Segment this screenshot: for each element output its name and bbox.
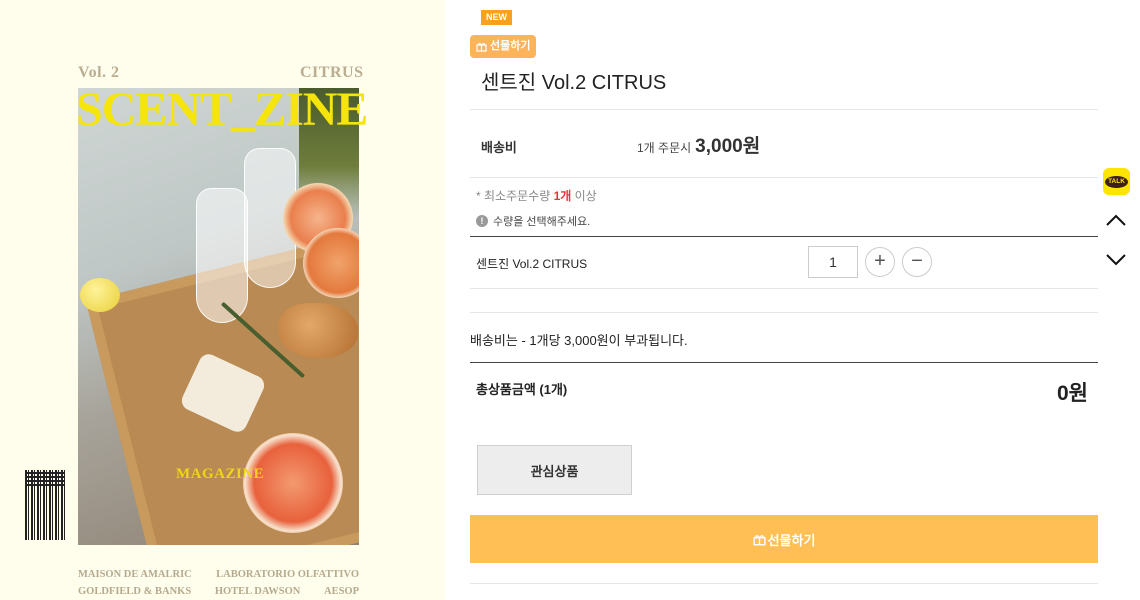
- credit-item: HOTEL DAWSON: [214, 586, 301, 597]
- min-order-prefix: * 최소주문수량: [476, 189, 554, 203]
- shipping-fee: 1개 주문시 3,000원: [637, 131, 760, 158]
- cover-title: SCENT_ZINE: [76, 83, 368, 136]
- divider: [470, 109, 1098, 110]
- min-order-notice: * 최소주문수량 1개 이상: [476, 187, 597, 204]
- info-icon: !: [476, 215, 488, 227]
- select-quantity-notice: ! 수량을 선택해주세요.: [476, 213, 590, 229]
- scroll-down-icon[interactable]: [1104, 252, 1128, 268]
- kakao-talk-icon[interactable]: TALK: [1103, 168, 1130, 195]
- cover-vol-label: Vol. 2: [78, 64, 120, 81]
- credit-item: GOLDFIELD & BANKS: [78, 586, 192, 597]
- gift-badge-label: 선물하기: [490, 40, 531, 52]
- divider: [470, 288, 1098, 289]
- gift-badge: 선물하기: [470, 35, 537, 58]
- new-badge: NEW: [481, 10, 512, 25]
- quantity-plus-button[interactable]: +: [865, 247, 895, 277]
- barcode-icon: [25, 470, 65, 540]
- gift-icon: [753, 534, 766, 546]
- cover-edition-label: CITRUS: [300, 64, 364, 81]
- gift-button-label: 선물하기: [767, 532, 816, 548]
- cover-subtitle: MAGAZINE: [176, 466, 265, 482]
- cover-credits: MAISON DE AMALRIC LABORATORIO OLFATTIVO …: [78, 566, 359, 600]
- gift-icon: [476, 42, 487, 52]
- talk-label: TALK: [1105, 175, 1128, 188]
- wishlist-button[interactable]: 관심상품: [477, 445, 632, 495]
- shipping-prefix: 1개 주문시: [637, 141, 692, 155]
- gift-button[interactable]: 선물하기: [470, 515, 1098, 563]
- scroll-up-icon[interactable]: [1104, 212, 1128, 228]
- credit-item: AESOP: [323, 586, 359, 597]
- select-notice-text: 수량을 선택해주세요.: [493, 216, 591, 228]
- credit-item: MAISON DE AMALRIC: [78, 569, 192, 580]
- divider: [470, 583, 1098, 584]
- option-name: 센트진 Vol.2 CITRUS: [476, 257, 588, 271]
- product-title: 센트진 Vol.2 CITRUS: [481, 72, 667, 94]
- divider: [470, 362, 1098, 363]
- shipping-label: 배송비: [481, 140, 517, 155]
- total-label: 총상품금액 (1개): [476, 382, 568, 397]
- shipping-amount: 3,000원: [695, 136, 761, 157]
- quantity-input[interactable]: 1: [808, 246, 858, 278]
- divider: [470, 312, 1098, 313]
- product-image: Vol. 2 CITRUS SCENT_ZINE MAGAZINE MAISON…: [0, 0, 445, 600]
- divider: [470, 177, 1098, 178]
- quantity-minus-button[interactable]: −: [902, 247, 932, 277]
- min-order-qty: 1개: [553, 189, 572, 203]
- shipping-note: 배송비는 - 1개당 3,000원이 부과됩니다.: [470, 333, 688, 348]
- total-price: 0원: [1057, 382, 1088, 405]
- min-order-suffix: 이상: [571, 189, 597, 203]
- credit-item: LABORATORIO OLFATTIVO: [216, 569, 359, 580]
- divider: [470, 236, 1098, 237]
- wishlist-label: 관심상품: [530, 463, 579, 479]
